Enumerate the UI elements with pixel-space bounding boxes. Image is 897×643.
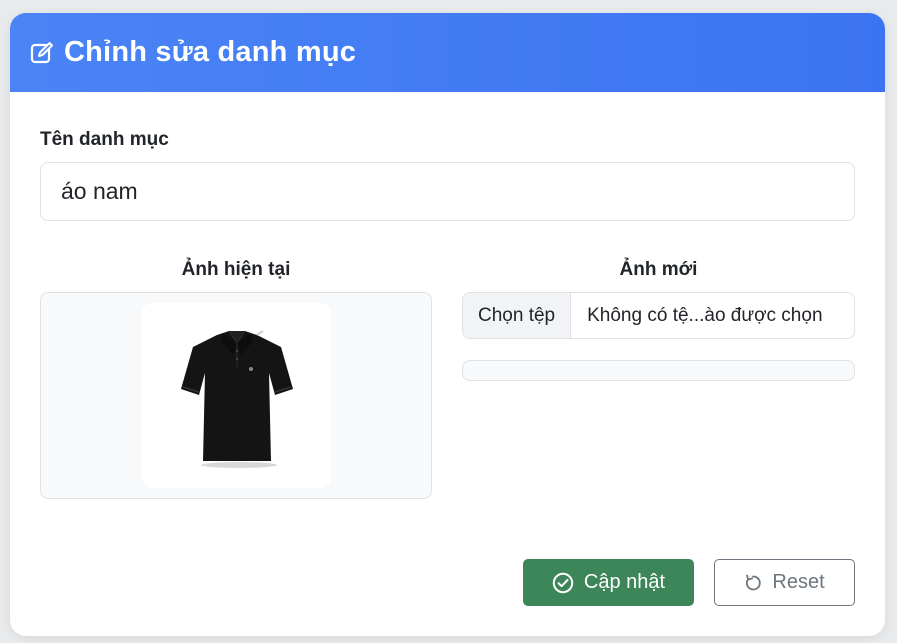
update-button[interactable]: Cập nhật (523, 559, 694, 606)
reset-icon (746, 574, 762, 590)
polo-shirt-image (180, 329, 293, 468)
check-circle-icon (552, 572, 574, 593)
current-image-label: Ảnh hiện tại (181, 259, 291, 280)
file-status-text: Không có tệ...ào được chọn (587, 304, 823, 326)
current-image-box (40, 292, 432, 499)
page-title: Chỉnh sửa danh mục (64, 36, 357, 68)
category-name-label: Tên danh mục (40, 129, 169, 150)
edit-category-card: Chỉnh sửa danh mục Tên danh mục Ảnh hiện… (10, 13, 885, 636)
new-image-preview (462, 360, 855, 381)
reset-button-label: Reset (772, 571, 825, 593)
new-image-label: Ảnh mới (619, 259, 698, 280)
card-header: Chỉnh sửa danh mục (10, 13, 885, 92)
edit-icon (30, 41, 53, 63)
current-image (142, 303, 331, 488)
new-image-file-input[interactable]: Chọn tệp Không có tệ...ào được chọn (462, 292, 855, 339)
choose-file-button[interactable]: Chọn tệp (463, 293, 572, 338)
reset-button[interactable]: Reset (714, 559, 855, 606)
category-name-input[interactable] (40, 162, 855, 221)
update-button-label: Cập nhật (583, 571, 666, 593)
